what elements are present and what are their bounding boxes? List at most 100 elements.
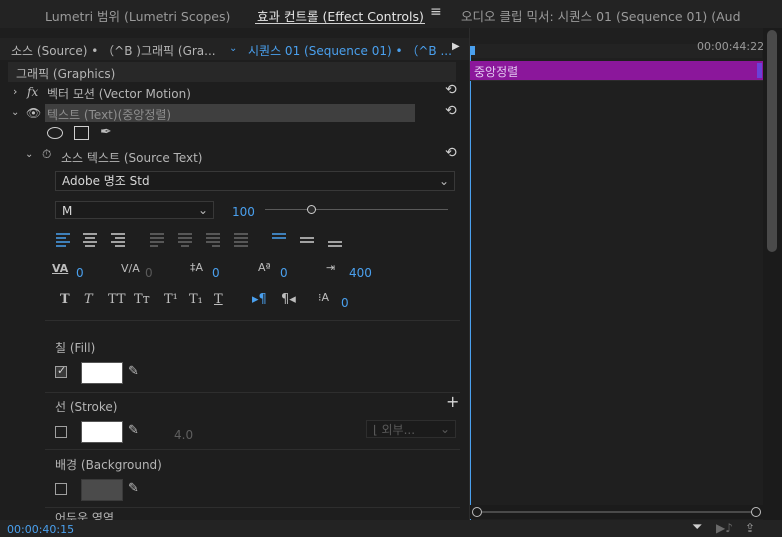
left-to-right-icon[interactable]: ▸¶ <box>252 293 267 307</box>
sequence-selector[interactable]: 시퀀스 01 (Sequence 01) • （^B ... <box>248 42 452 59</box>
fill-label: 칠 (Fill) <box>55 341 96 355</box>
panel-tab-bar: Lumetri 범위 (Lumetri Scopes) 효과 컨트롤 (Effe… <box>0 0 782 28</box>
stopwatch-icon[interactable]: ⏱ <box>42 147 51 161</box>
font-size-value[interactable]: 100 <box>232 205 255 219</box>
font-size-slider-track[interactable] <box>265 209 448 210</box>
eye-icon[interactable]: 👁 <box>26 106 41 120</box>
stroke-checkbox[interactable] <box>55 426 67 438</box>
tab-audio-clip-mixer[interactable]: 오디오 클립 믹서: 시퀀스 01 (Sequence 01) (Aud <box>461 6 741 25</box>
leading-value[interactable]: 0 <box>212 266 220 280</box>
divider <box>45 392 460 393</box>
active-tab-indicator <box>255 23 425 24</box>
align-right-icon[interactable] <box>111 233 125 247</box>
underline-icon[interactable]: T <box>214 293 223 307</box>
filter-icon[interactable]: ⏷ <box>692 521 702 535</box>
chevron-down-icon[interactable]: ⌄ <box>11 106 19 120</box>
divider <box>45 507 460 508</box>
vertical-scrollbar[interactable] <box>763 28 782 520</box>
play-audio-icon[interactable]: ▶♪ <box>716 521 733 535</box>
top-align-text-icon[interactable] <box>272 233 286 239</box>
chevron-down-icon: ⌄ <box>197 203 208 217</box>
superscript-icon[interactable]: T¹ <box>164 293 178 307</box>
divider <box>45 320 460 321</box>
kerning-value[interactable]: 0 <box>76 266 84 280</box>
small-caps-icon[interactable]: Tт <box>134 293 150 307</box>
kerning-icon: VA <box>52 262 69 275</box>
tab-lumetri-scopes[interactable]: Lumetri 범위 (Lumetri Scopes) <box>45 6 230 25</box>
chevron-down-icon: ⌄ <box>439 422 450 436</box>
background-color-swatch[interactable] <box>81 479 123 501</box>
bottom-align-text-icon[interactable] <box>328 241 342 247</box>
add-stroke-icon[interactable]: + <box>446 394 459 410</box>
tsume-value[interactable]: 0 <box>341 296 349 310</box>
all-caps-icon[interactable]: TT <box>108 293 126 307</box>
export-frame-icon[interactable]: ⇪ <box>745 521 755 535</box>
fill-checkbox[interactable]: ✓ <box>55 364 67 378</box>
vertical-scroll-thumb[interactable] <box>767 30 777 252</box>
clip-end-handle[interactable] <box>757 63 762 78</box>
faux-italic-icon[interactable]: T <box>84 293 93 307</box>
graphics-label: 그래픽 (Graphics) <box>16 67 116 81</box>
timeline-panel: 00:00:44:22 중앙정렬 <box>470 28 782 520</box>
chevron-right-icon[interactable]: › <box>13 85 17 99</box>
font-family-dropdown[interactable]: Adobe 명조 Std ⌄ <box>55 171 455 191</box>
tab-width-value[interactable]: 400 <box>349 266 372 280</box>
font-style-dropdown[interactable]: M ⌄ <box>55 201 214 219</box>
tracking-value[interactable]: 0 <box>145 266 153 280</box>
stroke-position-dropdown[interactable]: ⌊ 외부... ⌄ <box>366 420 456 438</box>
horizontal-zoom-scrollbar[interactable] <box>470 505 763 519</box>
ellipse-mask-icon[interactable] <box>47 127 63 139</box>
faux-bold-icon[interactable]: T <box>60 293 70 307</box>
leading-icon: ‡A <box>190 261 204 274</box>
text-layer-label[interactable]: 텍스트 (Text)(중앙정렬) <box>47 106 171 123</box>
chevron-down-icon: ⌄ <box>438 174 449 188</box>
zoom-bar[interactable] <box>482 511 752 513</box>
font-family-value: Adobe 명조 Std <box>62 174 150 188</box>
background-checkbox[interactable] <box>55 483 67 495</box>
zoom-handle-left[interactable] <box>472 507 482 517</box>
tsume-icon: ⁝A <box>318 291 330 304</box>
center-align-text-vertically-icon[interactable] <box>300 237 314 243</box>
justify-last-left-icon[interactable] <box>150 233 164 247</box>
zoom-handle-right[interactable] <box>751 507 761 517</box>
vector-motion-label: 벡터 모션 (Vector Motion) <box>47 87 191 101</box>
stroke-color-swatch[interactable] <box>81 421 123 443</box>
clip-label: 중앙정렬 <box>474 65 519 79</box>
fill-color-swatch[interactable] <box>81 362 123 384</box>
right-to-left-icon[interactable]: ¶◂ <box>281 293 296 307</box>
align-center-icon[interactable] <box>83 233 97 247</box>
chevron-down-icon[interactable]: ⌄ <box>25 148 33 162</box>
reset-icon[interactable]: ⟲ <box>445 82 457 98</box>
chevron-down-icon[interactable]: ⌄ <box>229 43 237 54</box>
playhead-line <box>470 46 471 520</box>
eyedropper-icon[interactable]: ✎ <box>128 424 139 438</box>
effect-controls-panel: 소스 (Source) • （^B )그래픽 (Gra... ⌄ 시퀀스 01 … <box>0 28 470 520</box>
font-size-slider-thumb[interactable] <box>306 205 316 214</box>
reset-icon[interactable]: ⟲ <box>445 103 457 119</box>
alignment-toolbar <box>56 233 342 247</box>
subscript-icon[interactable]: T₁ <box>189 293 203 307</box>
rectangle-mask-icon[interactable] <box>74 126 89 140</box>
source-text-label: 소스 텍스트 (Source Text) <box>61 151 203 165</box>
reset-icon[interactable]: ⟲ <box>445 145 457 161</box>
stroke-width-value[interactable]: 4.0 <box>174 428 193 442</box>
justify-all-icon[interactable] <box>234 233 248 247</box>
background-label: 배경 (Background) <box>55 458 162 472</box>
source-clip-label[interactable]: 소스 (Source) • （^B )그래픽 (Gra... <box>11 42 216 59</box>
fx-icon[interactable]: fx <box>27 85 38 99</box>
eyedropper-icon[interactable]: ✎ <box>128 482 139 496</box>
tab-width-icon: ⇥ <box>326 261 336 274</box>
pen-mask-icon[interactable]: ✒ <box>100 125 112 139</box>
align-left-icon[interactable] <box>56 233 70 247</box>
justify-last-right-icon[interactable] <box>206 233 220 247</box>
justify-last-center-icon[interactable] <box>178 233 192 247</box>
baseline-shift-value[interactable]: 0 <box>280 266 288 280</box>
eyedropper-icon[interactable]: ✎ <box>128 365 139 379</box>
play-icon[interactable]: ▶ <box>452 41 460 52</box>
stroke-label: 선 (Stroke) <box>55 400 118 414</box>
panel-menu-icon[interactable]: ≡ <box>430 4 442 20</box>
shadow-label: 어두운 영역 <box>55 512 115 520</box>
ruler-timecode: 00:00:44:22 <box>697 40 765 53</box>
current-time-display[interactable]: 00:00:40:15 <box>7 523 74 536</box>
baseline-shift-icon: Aª <box>258 261 271 274</box>
